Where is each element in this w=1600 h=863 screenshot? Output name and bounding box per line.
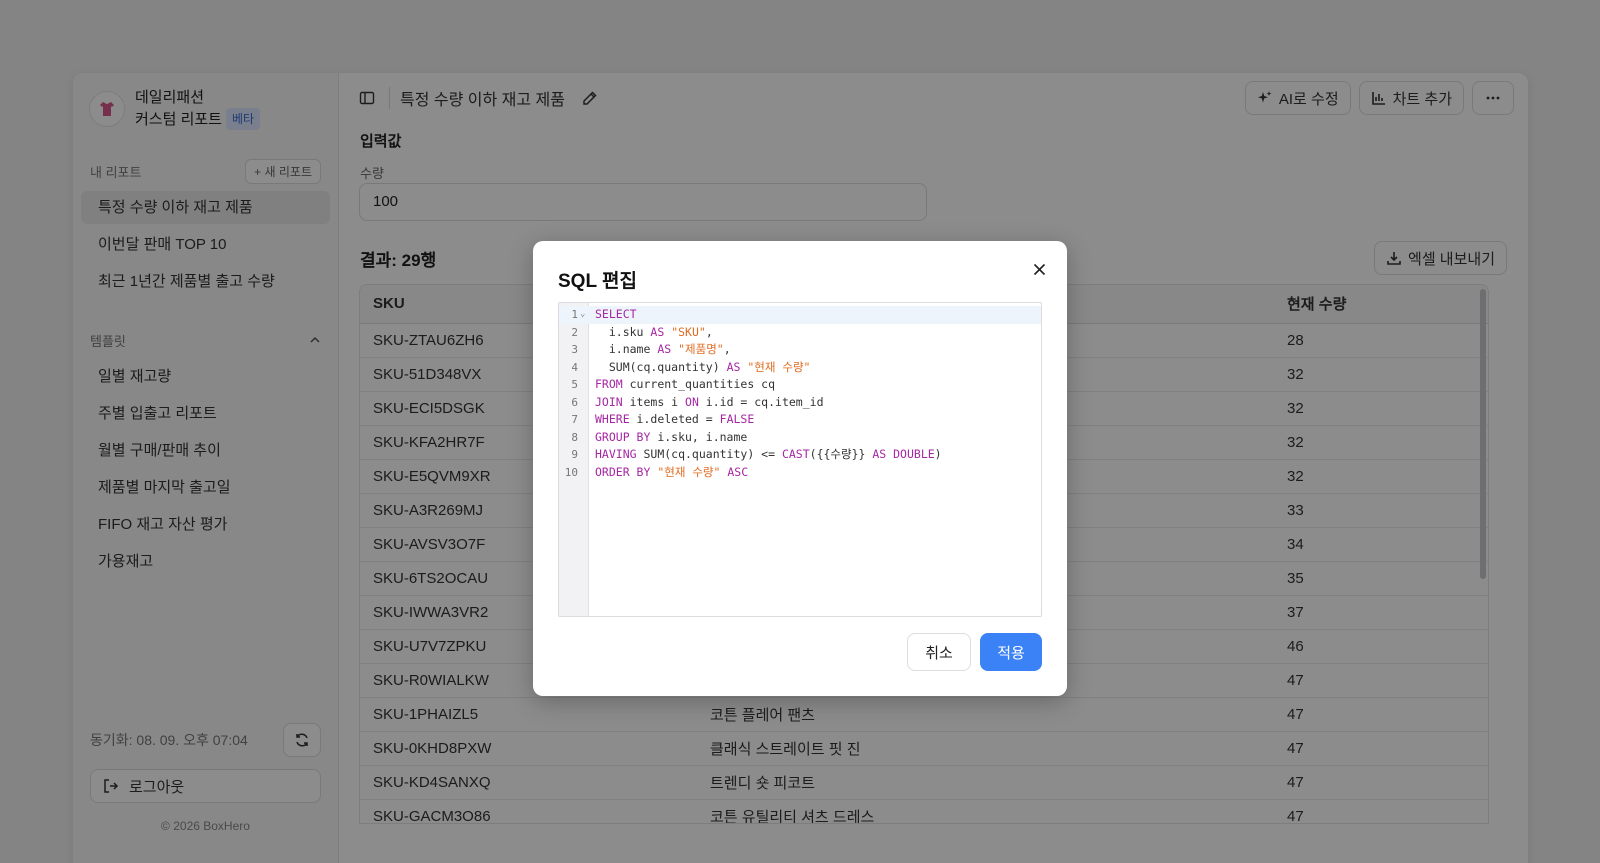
code-line: 8 GROUP BY i.sku, i.name bbox=[559, 429, 1041, 447]
sql-text: i.sku bbox=[595, 324, 651, 339]
sql-string: "제품명" bbox=[678, 342, 724, 356]
sql-text: SUM(cq.quantity) bbox=[595, 359, 727, 374]
sql-text: , bbox=[705, 324, 713, 339]
code-text: SELECT bbox=[595, 306, 637, 324]
code-line: 2 i.sku AS "SKU", bbox=[559, 324, 1041, 342]
sql-keyword: AS bbox=[650, 324, 665, 339]
sql-text: current_quantities cq bbox=[622, 377, 776, 391]
code-line: 10 ORDER BY "현재 수량" ASC bbox=[559, 464, 1041, 482]
code-text: ORDER BY "현재 수량" ASC bbox=[595, 464, 748, 482]
line-number: 1 bbox=[571, 308, 578, 321]
code-text: HAVING SUM(cq.quantity) <= CAST({{수량}} A… bbox=[595, 446, 942, 464]
close-button[interactable] bbox=[1029, 259, 1049, 279]
sql-keyword: AS bbox=[657, 342, 672, 356]
close-icon bbox=[1033, 263, 1045, 275]
code-line: 5 FROM current_quantities cq bbox=[559, 376, 1041, 394]
dialog-title: SQL 편집 bbox=[558, 271, 637, 292]
sql-keyword: GROUP BY bbox=[595, 429, 651, 444]
line-number: 9 bbox=[571, 448, 578, 461]
line-number: 2 bbox=[571, 325, 578, 339]
apply-button[interactable]: 적용 bbox=[980, 633, 1042, 671]
fold-chevron-icon[interactable]: ⌄ bbox=[580, 306, 585, 324]
sql-keyword: HAVING bbox=[595, 447, 637, 461]
sql-text: SUM(cq.quantity) <= bbox=[636, 447, 782, 461]
line-number: 7 bbox=[571, 413, 578, 426]
sql-keyword: AS DOUBLE bbox=[872, 447, 935, 461]
line-number: 3 bbox=[571, 343, 578, 356]
sql-text: , bbox=[723, 342, 731, 356]
sql-string: "SKU" bbox=[671, 324, 706, 339]
sql-text: items i bbox=[622, 394, 686, 409]
code-text: FROM current_quantities cq bbox=[595, 376, 775, 394]
line-number: 10 bbox=[564, 465, 578, 479]
dialog-actions: 취소 적용 bbox=[907, 633, 1042, 671]
sql-text: i.id = cq.item_id bbox=[698, 394, 824, 409]
sql-keyword: CAST bbox=[781, 447, 810, 461]
code-line: 3 i.name AS "제품명", bbox=[559, 341, 1041, 359]
code-text: JOIN items i ON i.id = cq.item_id bbox=[595, 394, 824, 412]
sql-keyword: AS bbox=[726, 359, 741, 374]
code-text: WHERE i.deleted = FALSE bbox=[595, 411, 754, 429]
code-line: 9 HAVING SUM(cq.quantity) <= CAST({{수량}} … bbox=[559, 446, 1041, 464]
line-number: 5 bbox=[571, 378, 578, 391]
line-number: 8 bbox=[571, 430, 578, 444]
code-line: 1 ⌄ SELECT bbox=[559, 306, 1041, 324]
sql-string: "현재 수량" bbox=[747, 359, 811, 374]
sql-text: ) bbox=[934, 447, 942, 461]
sql-keyword: JOIN bbox=[595, 394, 623, 409]
line-number: 6 bbox=[571, 395, 578, 409]
sql-keyword: FROM bbox=[595, 377, 623, 391]
sql-text: i.name bbox=[595, 342, 658, 356]
code-text: GROUP BY i.sku, i.name bbox=[595, 429, 747, 447]
sql-text: i.sku, i.name bbox=[650, 429, 748, 444]
sql-text: ({{수량}} bbox=[809, 447, 873, 461]
sql-keyword: ON bbox=[685, 394, 699, 409]
sql-keyword: ASC bbox=[727, 464, 749, 479]
sql-keyword: WHERE bbox=[595, 412, 630, 426]
code-text: SUM(cq.quantity) AS "현재 수량" bbox=[595, 359, 811, 377]
sql-string: "현재 수량" bbox=[657, 464, 721, 479]
code-text: i.name AS "제품명", bbox=[595, 341, 731, 359]
code-text: i.sku AS "SKU", bbox=[595, 324, 713, 342]
code-line: 6 JOIN items i ON i.id = cq.item_id bbox=[559, 394, 1041, 412]
modal-backdrop[interactable]: SQL 편집 1 ⌄ SELECT 2 i.sku AS "SKU", 3 i.name… bbox=[0, 0, 1600, 863]
sql-edit-dialog: SQL 편집 1 ⌄ SELECT 2 i.sku AS "SKU", 3 i.name… bbox=[533, 241, 1067, 696]
sql-code-editor[interactable]: 1 ⌄ SELECT 2 i.sku AS "SKU", 3 i.name AS "제품… bbox=[558, 302, 1042, 617]
cancel-button[interactable]: 취소 bbox=[907, 633, 971, 671]
code-line: 4 SUM(cq.quantity) AS "현재 수량" bbox=[559, 359, 1041, 377]
sql-keyword: SELECT bbox=[595, 307, 637, 321]
code-line: 7 WHERE i.deleted = FALSE bbox=[559, 411, 1041, 429]
sql-keyword: FALSE bbox=[719, 412, 755, 426]
line-number: 4 bbox=[571, 360, 578, 374]
sql-text: i.deleted = bbox=[629, 412, 720, 426]
sql-keyword: ORDER BY bbox=[595, 464, 651, 479]
